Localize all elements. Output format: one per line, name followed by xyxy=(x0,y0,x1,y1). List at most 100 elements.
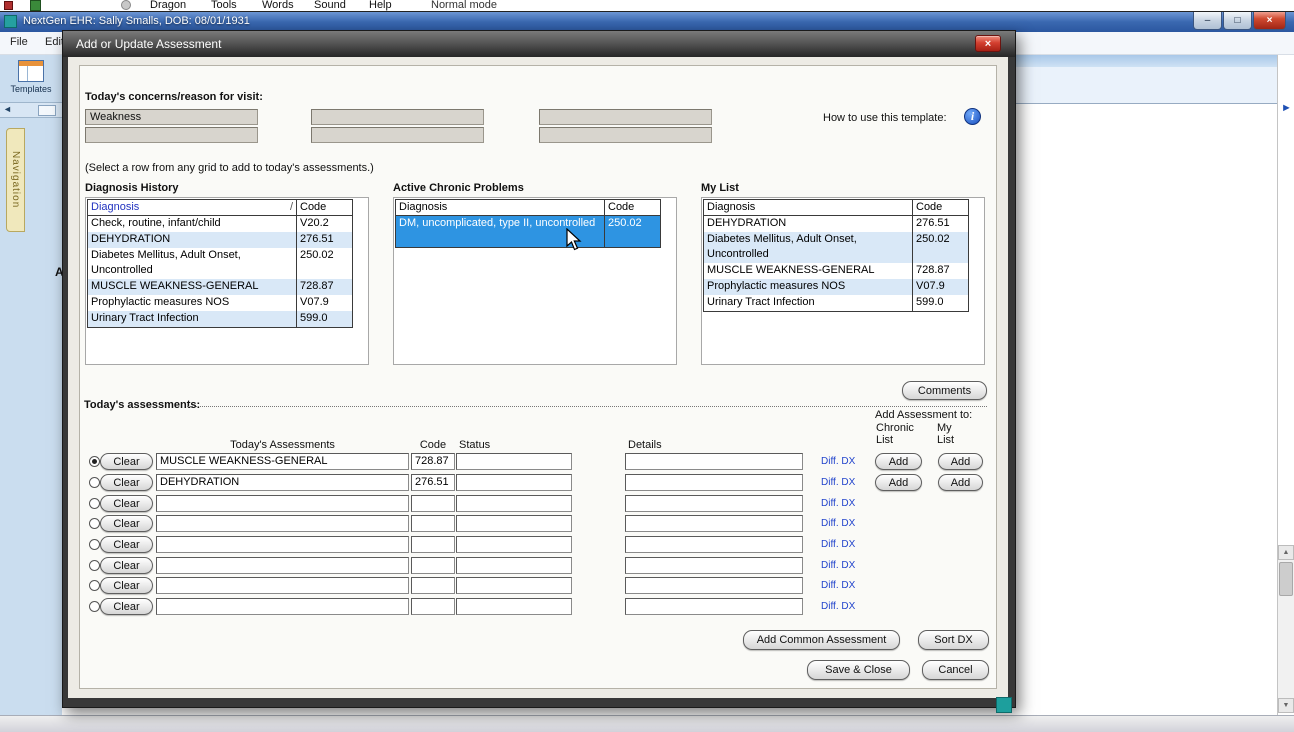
expand-panel-icon[interactable]: ► xyxy=(1281,102,1292,114)
assessment-field[interactable] xyxy=(156,577,409,594)
collapse-left-icon[interactable]: ◄ xyxy=(3,104,12,114)
save-close-button[interactable]: Save & Close xyxy=(807,660,910,680)
status-field[interactable] xyxy=(456,577,572,594)
add-chronic-button[interactable]: Add xyxy=(875,474,922,491)
code-field[interactable] xyxy=(411,515,455,532)
grid-row[interactable]: DEHYDRATION276.51 xyxy=(88,232,352,248)
concern-field-3b[interactable] xyxy=(539,127,712,143)
details-field[interactable] xyxy=(625,598,803,615)
details-field[interactable] xyxy=(625,577,803,594)
diff-dx-link[interactable]: Diff. DX xyxy=(821,456,855,467)
assessment-field[interactable] xyxy=(156,536,409,553)
menu-help[interactable]: Help xyxy=(369,0,392,12)
scroll-thumb[interactable] xyxy=(1279,562,1293,596)
diagnosis-column-header[interactable]: Diagnosis/ xyxy=(88,200,297,215)
assessment-radio[interactable] xyxy=(89,477,100,488)
code-field[interactable] xyxy=(411,557,455,574)
add-mylist-button[interactable]: Add xyxy=(938,474,983,491)
diagnosis-column-header[interactable]: Diagnosis xyxy=(704,200,913,215)
assessment-field[interactable] xyxy=(156,598,409,615)
vertical-scrollbar[interactable]: ► ▲ ▼ xyxy=(1277,55,1294,715)
cancel-button[interactable]: Cancel xyxy=(922,660,989,680)
code-column-header[interactable]: Code xyxy=(913,200,968,215)
code-column-header[interactable]: Code xyxy=(297,200,352,215)
grid-row[interactable]: Prophylactic measures NOSV07.9 xyxy=(704,279,968,295)
details-field[interactable] xyxy=(625,453,803,470)
assessment-field[interactable] xyxy=(156,495,409,512)
templates-button[interactable]: Templates xyxy=(3,58,59,104)
assessment-radio[interactable] xyxy=(89,456,100,467)
concern-field-1b[interactable] xyxy=(85,127,258,143)
add-mylist-button[interactable]: Add xyxy=(938,453,983,470)
status-field[interactable] xyxy=(456,557,572,574)
concern-field-2b[interactable] xyxy=(311,127,484,143)
details-field[interactable] xyxy=(625,536,803,553)
info-icon[interactable]: i xyxy=(964,108,981,125)
details-field[interactable] xyxy=(625,557,803,574)
grid-row[interactable]: DEHYDRATION276.51 xyxy=(704,216,968,232)
navigation-tab[interactable]: Navigation xyxy=(6,128,25,232)
code-field[interactable]: 728.87 xyxy=(411,453,455,470)
assessment-radio[interactable] xyxy=(89,518,100,529)
diff-dx-link[interactable]: Diff. DX xyxy=(821,539,855,550)
add-chronic-button[interactable]: Add xyxy=(875,453,922,470)
code-field[interactable]: 276.51 xyxy=(411,474,455,491)
grid-row[interactable]: Urinary Tract Infection599.0 xyxy=(704,295,968,311)
diff-dx-link[interactable]: Diff. DX xyxy=(821,601,855,612)
concern-field-1a[interactable]: Weakness xyxy=(85,109,258,125)
clear-button[interactable]: Clear xyxy=(100,536,153,553)
dialog-close-button[interactable]: × xyxy=(975,35,1001,52)
close-button[interactable]: × xyxy=(1253,12,1286,30)
details-field[interactable] xyxy=(625,515,803,532)
status-field[interactable] xyxy=(456,598,572,615)
assessment-radio[interactable] xyxy=(89,498,100,509)
assessment-radio[interactable] xyxy=(89,580,100,591)
code-field[interactable] xyxy=(411,536,455,553)
code-field[interactable] xyxy=(411,598,455,615)
diff-dx-link[interactable]: Diff. DX xyxy=(821,498,855,509)
concern-field-3a[interactable] xyxy=(539,109,712,125)
menu-file[interactable]: File xyxy=(10,36,28,48)
clear-button[interactable]: Clear xyxy=(100,474,153,491)
clear-button[interactable]: Clear xyxy=(100,557,153,574)
status-field[interactable] xyxy=(456,536,572,553)
clear-button[interactable]: Clear xyxy=(100,495,153,512)
assessment-field[interactable] xyxy=(156,515,409,532)
grid-row[interactable]: MUSCLE WEAKNESS-GENERAL728.87 xyxy=(704,263,968,279)
clear-button[interactable]: Clear xyxy=(100,515,153,532)
grid-row[interactable]: Diabetes Mellitus, Adult Onset, Uncontro… xyxy=(88,248,352,279)
code-field[interactable] xyxy=(411,577,455,594)
grid-row-selected[interactable]: DM, uncomplicated, type II, uncontrolled… xyxy=(396,216,660,247)
diff-dx-link[interactable]: Diff. DX xyxy=(821,580,855,591)
assessment-field[interactable]: MUSCLE WEAKNESS-GENERAL xyxy=(156,453,409,470)
assessment-field[interactable]: DEHYDRATION xyxy=(156,474,409,491)
status-field[interactable] xyxy=(456,453,572,470)
code-column-header[interactable]: Code xyxy=(605,200,660,215)
status-field[interactable] xyxy=(456,474,572,491)
clear-button[interactable]: Clear xyxy=(100,598,153,615)
scroll-up-button[interactable]: ▲ xyxy=(1278,545,1294,560)
minimize-button[interactable]: – xyxy=(1193,12,1222,30)
clear-button[interactable]: Clear xyxy=(100,577,153,594)
grid-row[interactable]: MUSCLE WEAKNESS-GENERAL728.87 xyxy=(88,279,352,295)
menu-words[interactable]: Words xyxy=(262,0,294,12)
details-field[interactable] xyxy=(625,474,803,491)
assessment-radio[interactable] xyxy=(89,601,100,612)
sort-dx-button[interactable]: Sort DX xyxy=(918,630,989,650)
grid-row[interactable]: Diabetes Mellitus, Adult Onset, Uncontro… xyxy=(704,232,968,263)
grid-row[interactable]: Urinary Tract Infection599.0 xyxy=(88,311,352,327)
concern-field-2a[interactable] xyxy=(311,109,484,125)
dialog-titlebar[interactable]: Add or Update Assessment × xyxy=(63,31,1015,57)
diff-dx-link[interactable]: Diff. DX xyxy=(821,518,855,529)
maximize-button[interactable]: □ xyxy=(1223,12,1252,30)
microphone-icon[interactable] xyxy=(121,0,131,10)
menu-dragon[interactable]: Dragon xyxy=(150,0,186,12)
diff-dx-link[interactable]: Diff. DX xyxy=(821,477,855,488)
status-field[interactable] xyxy=(456,495,572,512)
comments-button[interactable]: Comments xyxy=(902,381,987,400)
clear-button[interactable]: Clear xyxy=(100,453,153,470)
scroll-down-button[interactable]: ▼ xyxy=(1278,698,1294,713)
grid-row[interactable]: Check, routine, infant/childV20.2 xyxy=(88,216,352,232)
menu-sound[interactable]: Sound xyxy=(314,0,346,12)
menu-tools[interactable]: Tools xyxy=(211,0,237,12)
